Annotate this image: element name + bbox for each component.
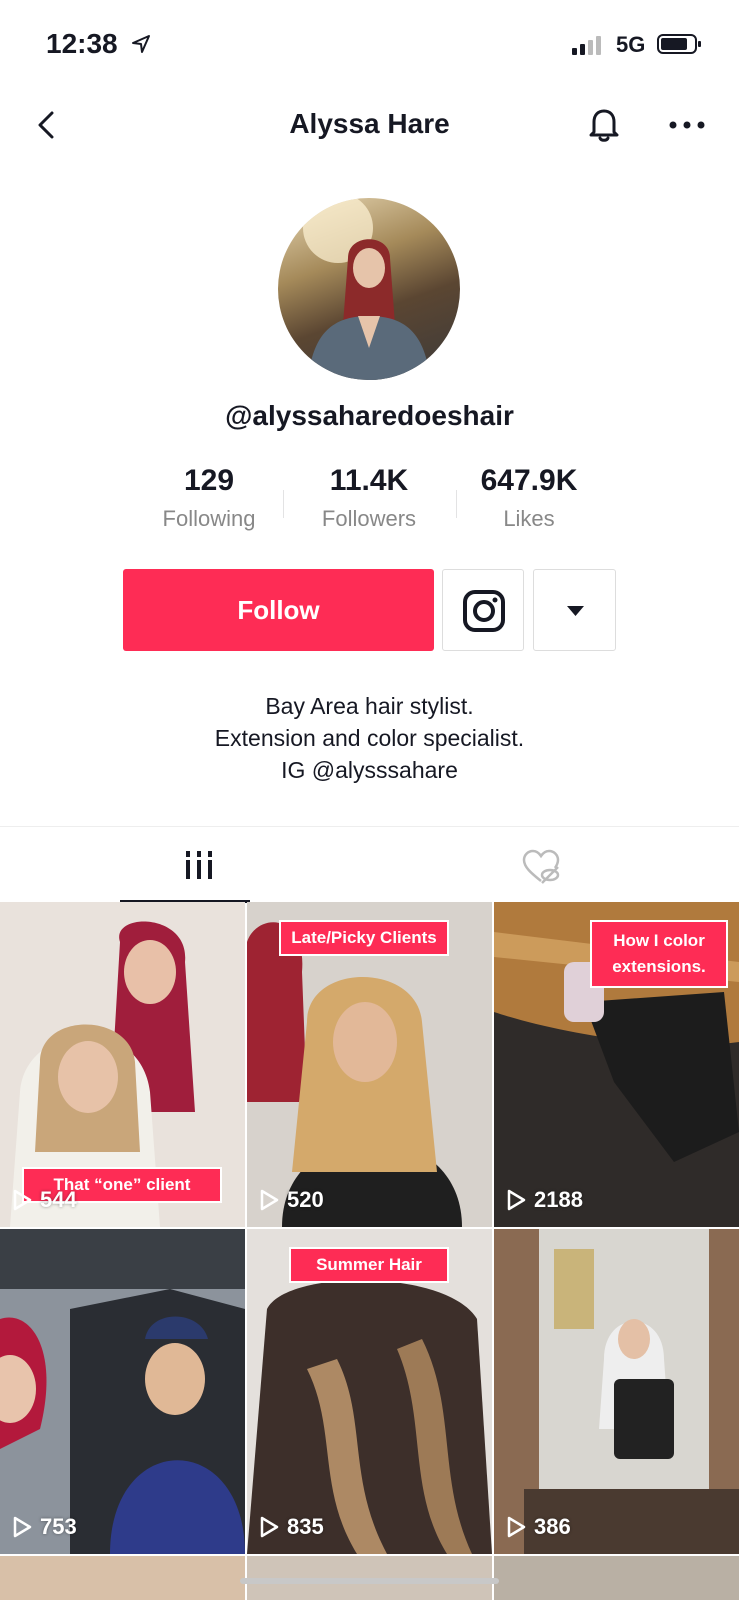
video-thumbnail[interactable]: 386 [494, 1229, 739, 1554]
stat-following[interactable]: 129 Following [134, 464, 284, 532]
play-icon [507, 1189, 526, 1211]
video-thumbnail[interactable]: 753 [0, 1229, 245, 1554]
bio-line: Bay Area hair stylist. [265, 693, 474, 719]
video-thumbnail[interactable]: That “one” client 544 [0, 902, 245, 1227]
signal-icon [572, 36, 601, 55]
network-label: 5G [616, 32, 646, 57]
view-count: 386 [506, 1514, 571, 1540]
instagram-icon [463, 590, 505, 632]
page-title: Alyssa Hare [289, 108, 450, 139]
hidden-likes-icon [522, 849, 560, 884]
stat-value: 11.4K [329, 464, 409, 497]
home-indicator[interactable] [240, 1578, 499, 1584]
thumbnail-image [494, 1229, 739, 1554]
play-icon [13, 1516, 32, 1538]
video-thumbnail[interactable]: Summer Hair 835 [247, 1229, 492, 1554]
suggested-accounts-button[interactable] [533, 569, 616, 651]
video-thumbnail[interactable]: How I color extensions. 2188 [494, 902, 739, 1227]
video-caption: Late/Picky Clients [279, 920, 449, 956]
thumbnail-image [0, 1229, 245, 1554]
view-count-value: 2188 [534, 1187, 583, 1212]
view-count-value: 544 [40, 1187, 77, 1212]
play-icon [507, 1516, 526, 1538]
stat-divider [283, 490, 284, 518]
follow-button[interactable]: Follow [123, 569, 434, 651]
username-handle: @alyssaharedoeshair [225, 400, 514, 431]
video-caption: Summer Hair [289, 1247, 449, 1283]
stat-label: Likes [503, 506, 555, 531]
stat-likes[interactable]: 647.9K Likes [454, 464, 604, 532]
stat-followers[interactable]: 11.4K Followers [294, 464, 444, 532]
video-thumbnail[interactable] [494, 1556, 739, 1600]
stat-label: Followers [321, 506, 417, 531]
bio-line[interactable]: IG @alysssahare [0, 754, 739, 786]
battery-icon [657, 34, 701, 54]
view-count: 753 [12, 1514, 77, 1540]
view-count-value: 835 [287, 1514, 324, 1539]
profile-stats: 129 Following 11.4K Followers 647.9K Lik… [134, 464, 604, 544]
view-count-value: 753 [40, 1514, 77, 1539]
play-icon [13, 1189, 32, 1211]
play-icon [260, 1516, 279, 1538]
bio-line: Extension and color specialist. [214, 725, 525, 751]
tab-videos[interactable] [0, 827, 369, 903]
location-arrow-icon [132, 35, 150, 53]
video-thumbnail[interactable] [0, 1556, 245, 1600]
view-count: 520 [259, 1187, 324, 1213]
play-icon [260, 1189, 279, 1211]
video-caption: How I color extensions. [590, 920, 728, 988]
status-time: 12:38 [46, 28, 118, 59]
stat-value: 647.9K [480, 464, 578, 497]
profile-tabs [0, 826, 739, 903]
stat-label: Following [162, 506, 256, 531]
profile-header: Alyssa Hare [0, 90, 739, 160]
status-bar: 12:38 5G [0, 0, 739, 90]
avatar[interactable] [278, 198, 460, 380]
tab-liked-private[interactable] [369, 827, 738, 903]
view-count-value: 520 [287, 1187, 324, 1212]
caret-down-icon [567, 606, 584, 616]
avatar-illustration [303, 198, 430, 380]
view-count: 544 [12, 1187, 77, 1213]
instagram-button[interactable] [442, 569, 524, 651]
bell-icon[interactable] [584, 104, 624, 144]
video-thumbnail[interactable]: Late/Picky Clients 520 [247, 902, 492, 1227]
view-count: 835 [259, 1514, 324, 1540]
stat-value: 129 [183, 464, 235, 497]
view-count-value: 386 [534, 1514, 571, 1539]
profile-bio: Bay Area hair stylist. Extension and col… [0, 690, 739, 786]
view-count: 2188 [506, 1187, 583, 1213]
grid-icon [186, 851, 212, 879]
more-options-icon[interactable] [668, 110, 706, 140]
